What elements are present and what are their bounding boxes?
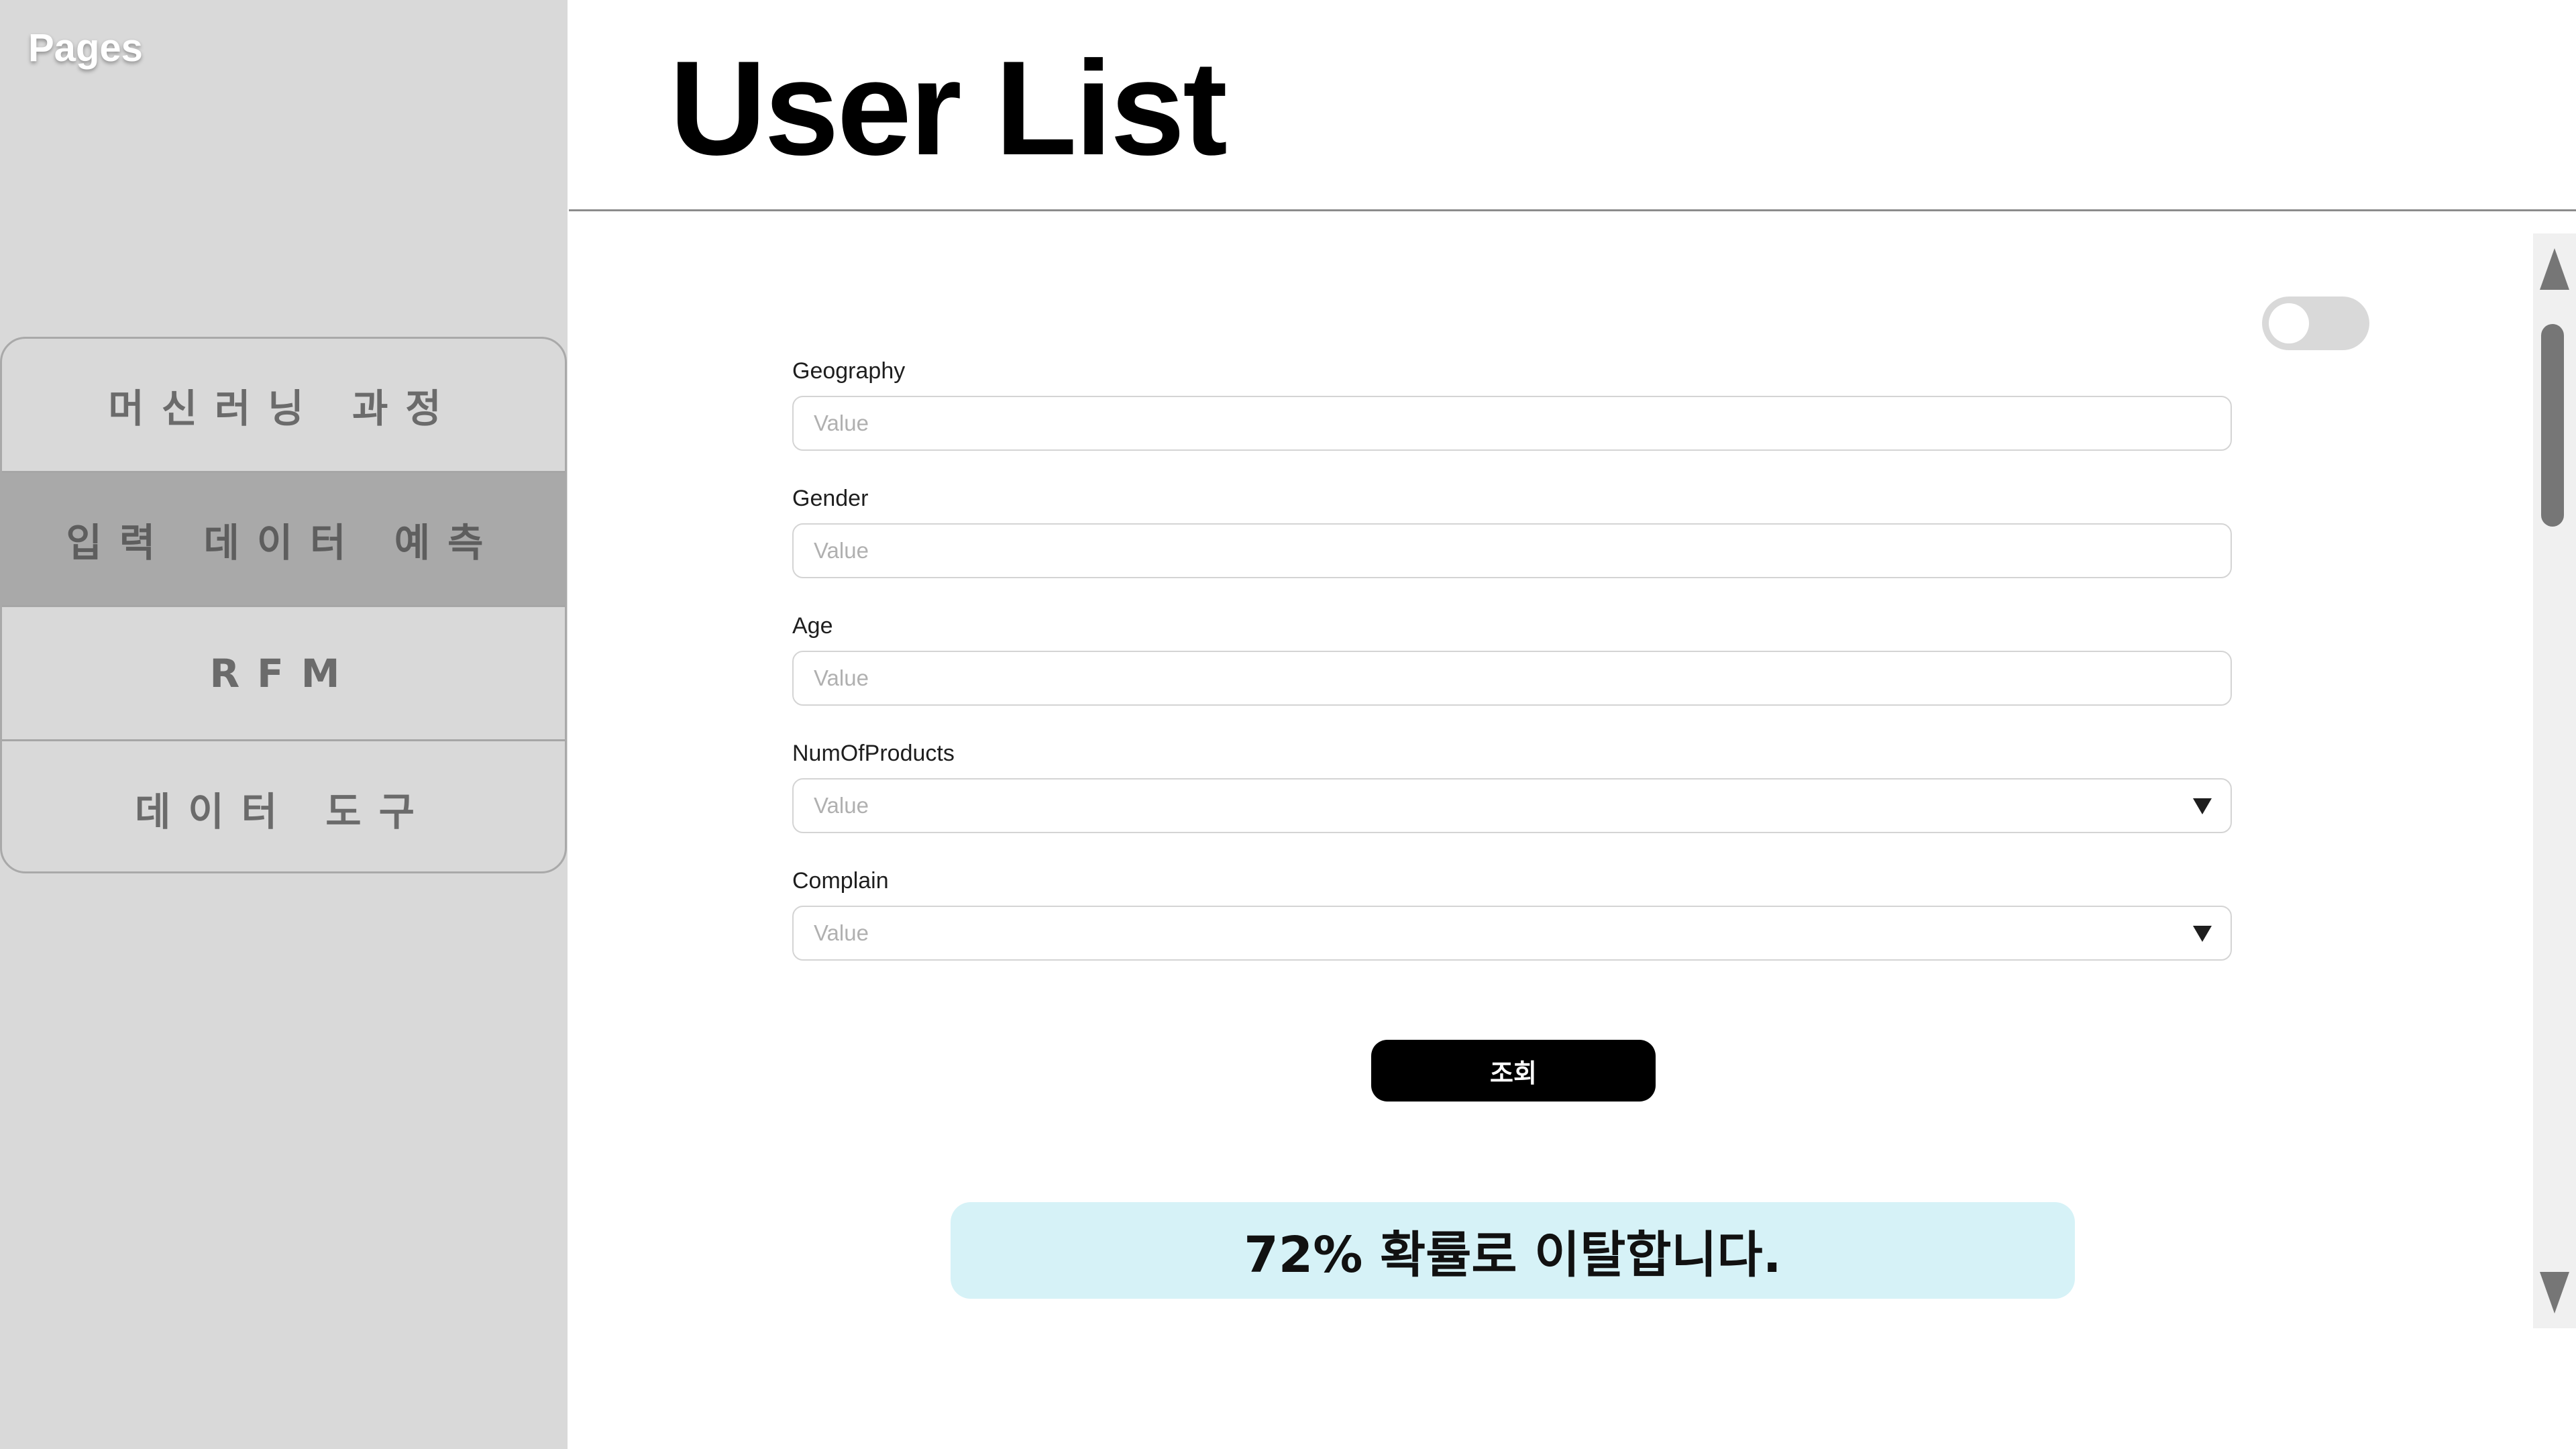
search-button[interactable]: 조회 [1371,1040,1656,1102]
sidebar-title: Pages [28,26,143,70]
num-of-products-value: Value [792,778,2232,833]
sidebar-nav: 머신러닝 과정 입력 데이터 예측 RFM 데이터 도구 [0,337,567,873]
sidebar-item-rfm[interactable]: RFM [2,607,565,741]
header-divider [569,209,2576,211]
complain-select[interactable]: Value [792,906,2232,961]
age-field-group: Age [792,610,2232,738]
toggle-knob [2269,303,2309,343]
prediction-form: Geography Gender Age NumOfProducts Value… [792,356,2232,993]
sidebar: Pages 머신러닝 과정 입력 데이터 예측 RFM 데이터 도구 [0,0,568,1449]
age-label: Age [792,613,833,639]
num-of-products-select[interactable]: Value [792,778,2232,833]
prediction-result: 72% 확률로 이탈합니다. [951,1202,2075,1299]
scrollbar-thumb[interactable] [2541,324,2564,527]
gender-label: Gender [792,486,869,511]
num-of-products-field-group: NumOfProducts Value [792,738,2232,865]
complain-value: Value [792,906,2232,961]
gender-field-group: Gender [792,483,2232,610]
geography-label: Geography [792,358,906,384]
toggle-switch[interactable] [2262,297,2369,350]
app-window: Pages 머신러닝 과정 입력 데이터 예측 RFM 데이터 도구 User … [0,0,2576,1449]
arrow-up-icon[interactable] [2540,248,2569,290]
chevron-down-icon [2193,926,2212,942]
sidebar-item-ml-process[interactable]: 머신러닝 과정 [2,339,565,473]
age-input[interactable] [792,651,2232,706]
vertical-scrollbar[interactable] [2533,233,2576,1328]
geography-input[interactable] [792,396,2232,451]
gender-input[interactable] [792,523,2232,578]
page-title: User List [669,34,1228,183]
sidebar-item-input-prediction[interactable]: 입력 데이터 예측 [2,473,565,607]
arrow-down-icon[interactable] [2540,1272,2569,1313]
num-of-products-label: NumOfProducts [792,741,955,766]
complain-label: Complain [792,868,889,894]
sidebar-item-data-tools[interactable]: 데이터 도구 [2,741,565,871]
complain-field-group: Complain Value [792,865,2232,993]
chevron-down-icon [2193,798,2212,814]
geography-field-group: Geography [792,356,2232,483]
